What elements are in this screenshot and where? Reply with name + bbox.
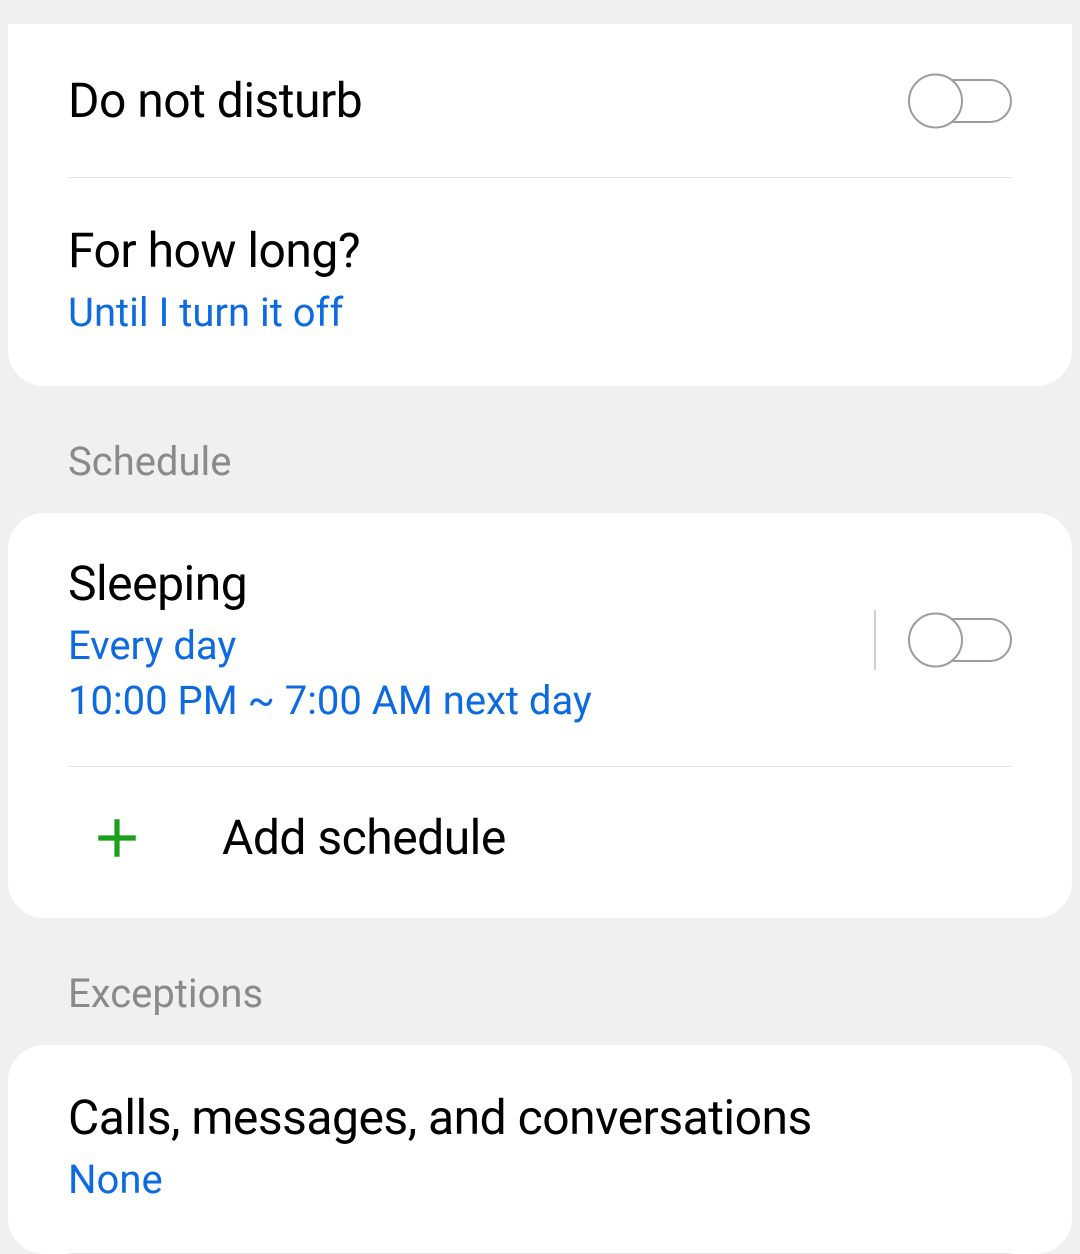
add-schedule-row[interactable]: Add schedule: [8, 767, 1072, 918]
dnd-toggle-row[interactable]: Do not disturb: [8, 24, 1072, 177]
duration-title: For how long?: [68, 222, 1012, 279]
sleeping-row[interactable]: Sleeping Every day 10:00 PM ~ 7:00 AM ne…: [8, 513, 1072, 766]
toggle-thumb: [908, 73, 963, 128]
duration-value: Until I turn it off: [68, 289, 1012, 336]
sleeping-toggle[interactable]: [908, 612, 1012, 668]
calls-value: None: [68, 1156, 1012, 1203]
exceptions-header: Exceptions: [0, 918, 1080, 1045]
dnd-card: Do not disturb For how long? Until I tur…: [8, 24, 1072, 386]
calls-title: Calls, messages, and conversations: [68, 1089, 1012, 1146]
plus-icon: [92, 813, 142, 863]
duration-row[interactable]: For how long? Until I turn it off: [8, 178, 1072, 386]
dnd-toggle[interactable]: [908, 73, 1012, 129]
schedule-header: Schedule: [0, 386, 1080, 513]
vertical-separator: [874, 610, 876, 670]
sleeping-title: Sleeping: [68, 555, 874, 612]
exceptions-card: Calls, messages, and conversations None: [8, 1045, 1072, 1254]
add-schedule-label: Add schedule: [222, 809, 506, 866]
calls-row[interactable]: Calls, messages, and conversations None: [8, 1045, 1072, 1253]
sleeping-time: 10:00 PM ~ 7:00 AM next day: [68, 677, 874, 724]
schedule-card: Sleeping Every day 10:00 PM ~ 7:00 AM ne…: [8, 513, 1072, 918]
toggle-thumb: [908, 612, 963, 667]
sleeping-days: Every day: [68, 622, 874, 669]
dnd-title: Do not disturb: [68, 72, 908, 129]
